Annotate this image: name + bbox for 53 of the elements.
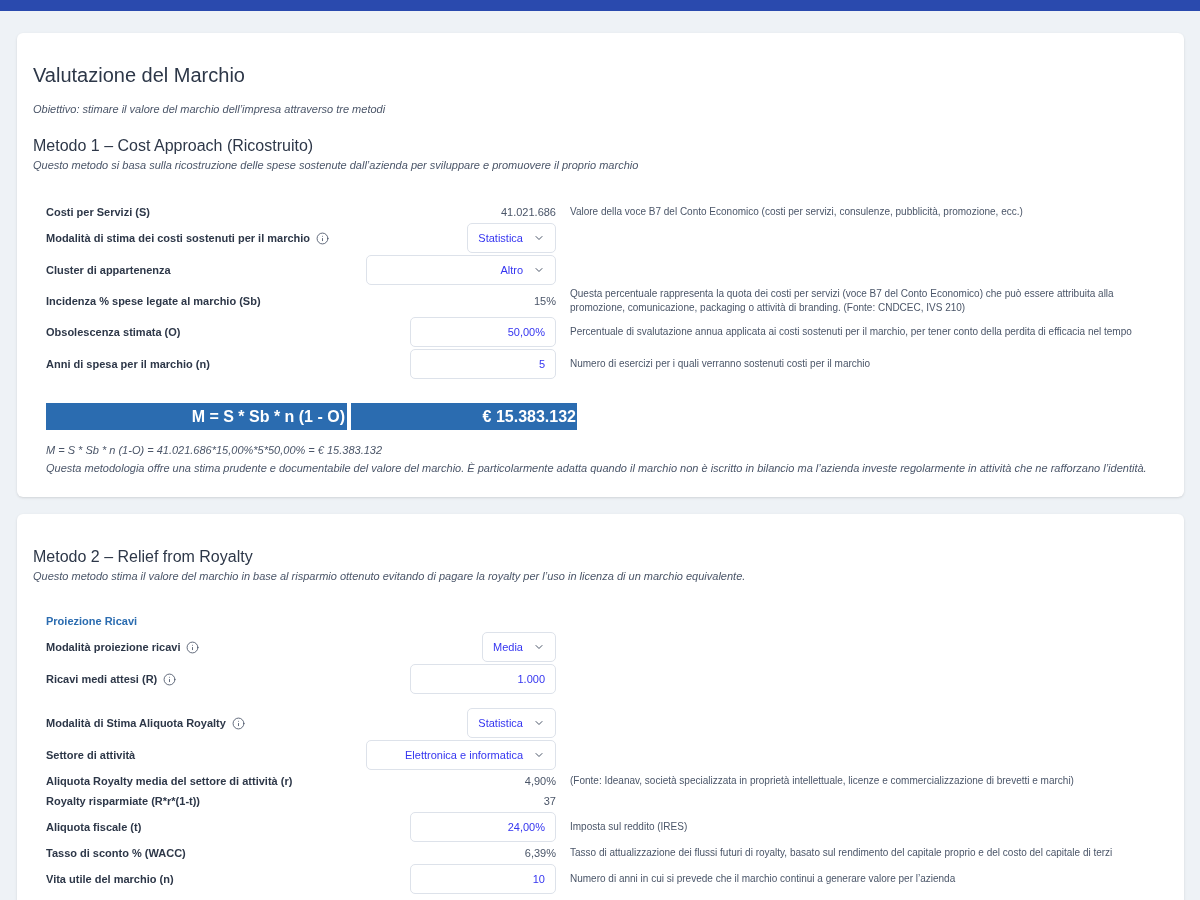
field-label: Vita utile del marchio (n) — [46, 872, 174, 886]
value-text: 41.021.686 — [500, 205, 556, 219]
field-label: Aliquota fiscale (t) — [46, 820, 142, 834]
info-icon[interactable] — [186, 640, 200, 654]
select-dropdown[interactable]: Media — [482, 632, 556, 662]
input-field[interactable]: 24,00% — [410, 812, 556, 842]
field-label: Ricavi medi attesi (R) — [46, 672, 158, 686]
select-dropdown[interactable]: Statistica — [467, 223, 556, 253]
group-heading: Proiezione Ricavi — [46, 614, 139, 628]
input-field[interactable]: 50,00% — [410, 317, 556, 347]
field-label: Obsolescenza stimata (O) — [46, 325, 181, 339]
value-text: 4,90% — [524, 774, 556, 788]
input-field[interactable]: 5 — [410, 349, 556, 379]
method-heading: Metodo 2 – Relief from Royalty — [33, 547, 254, 567]
field-label: Anni di spesa per il marchio (n) — [46, 357, 210, 371]
field-description: Percentuale di svalutazione annua applicata ai costi sostenuti per il marchio, per tener conto della perdita di efficacia nel tempo — [570, 325, 1133, 339]
info-icon[interactable] — [163, 672, 177, 686]
method-description: Questo metodo stima il valore del marchio in base al risparmio ottenuto evitando di pagare la royalty per l’uso in licenza di un marchio equivalente. — [33, 569, 747, 583]
select-dropdown[interactable]: Altro — [366, 255, 556, 285]
field-description: Questa percentuale rappresenta la quota dei costi per servizi (voce B7 del Conto Economico) che può essere attribuita alla promozione, comunicazione, packaging o attività di branding. (Fonte: CNDCEC, IVS 210) — [570, 287, 1115, 315]
method-note: Questa metodologia offre una stima prudente e documentabile del valore del marchio. È particolarmente adatta quando il marchio non è iscritto in bilancio ma l’azienda investe regolarmente in attività che ne rafforzano l’identità. — [46, 461, 1148, 476]
field-description: Imposta sul reddito (IRES) — [570, 820, 689, 834]
input-field[interactable]: 10 — [410, 864, 556, 894]
field-label: Cluster di appartenenza — [46, 263, 171, 277]
value-text: 15% — [533, 294, 556, 308]
field-description: Valore della voce B7 del Conto Economico (costi per servizi, consulenze, pubblicità, promozione, ecc.) — [570, 205, 1024, 219]
method-description: Questo metodo si basa sulla ricostruzione delle spese sostenute dall’azienda per sviluppare e promuovere il proprio marchio — [33, 158, 640, 172]
select-dropdown[interactable]: Statistica — [467, 708, 556, 738]
value-text: 37 — [543, 794, 556, 808]
field-label: Aliquota Royalty media del settore di attività (r) — [46, 774, 293, 788]
field-label: Royalty risparmiate (R*r*(1-t)) — [46, 794, 201, 808]
field-label: Modalità proiezione ricavi — [46, 640, 181, 654]
input-field[interactable]: 1.000 — [410, 664, 556, 694]
formula-banner: M = S * Sb * n (1 - O) — [46, 403, 347, 430]
field-label: Incidenza % spese legate al marchio (Sb) — [46, 294, 261, 308]
field-label: Settore di attività — [46, 748, 136, 762]
select-dropdown[interactable]: Elettronica e informatica — [366, 740, 556, 770]
value-text: 6,39% — [524, 846, 556, 860]
field-label: Modalità di Stima Aliquota Royalty — [46, 716, 226, 730]
calculation-text: M = S * Sb * n (1-O) = 41.021.686*15,00%*5*50,00% = € 15.383.132 — [46, 443, 384, 458]
method-heading: Metodo 1 – Cost Approach (Ricostruito) — [33, 136, 315, 156]
info-icon[interactable] — [231, 716, 245, 730]
info-icon[interactable] — [316, 231, 330, 245]
page-title: Valutazione del Marchio — [33, 63, 246, 87]
field-label: Modalità di stima dei costi sostenuti per il marchio — [46, 231, 311, 245]
objective-text: Obiettivo: stimare il valore del marchio dell’impresa attraverso tre metodi — [33, 102, 387, 116]
field-label: Tasso di sconto % (WACC) — [46, 846, 186, 860]
field-description: Numero di esercizi per i quali verranno sostenuti costi per il marchio — [570, 357, 872, 371]
field-description: Tasso di attualizzazione dei flussi futuri di royalty, basato sul rendimento del capitale proprio e del costo del capitale di terzi — [570, 846, 1114, 860]
field-description: (Fonte: Ideanav, società specializzata in proprietà intellettuale, licenze e commercializzazione di brevetti e marchi) — [570, 774, 1075, 788]
result-banner: € 15.383.132 — [351, 403, 577, 430]
field-label: Costi per Servizi (S) — [46, 205, 150, 219]
field-description: Numero di anni in cui si prevede che il marchio continui a generare valore per l’azienda — [570, 872, 957, 886]
